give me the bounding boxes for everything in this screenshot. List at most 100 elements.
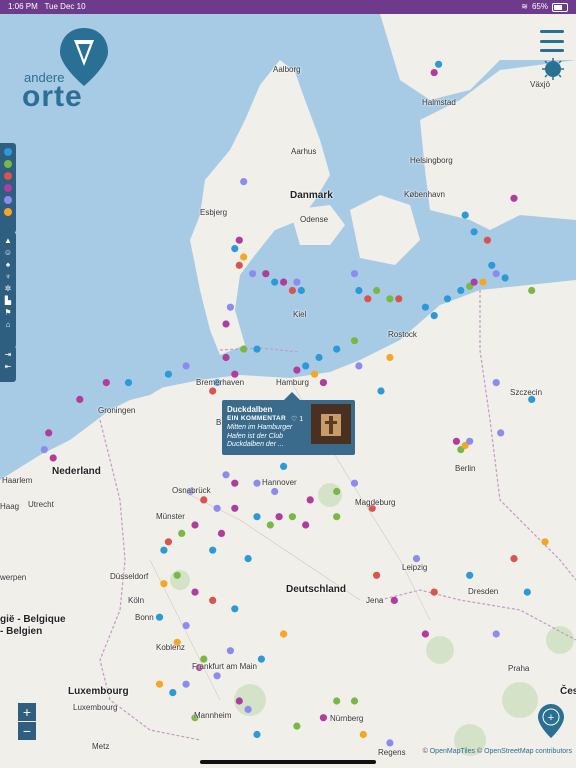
place-marker[interactable] — [253, 730, 261, 739]
place-marker[interactable] — [421, 303, 429, 311]
place-marker[interactable] — [217, 529, 226, 538]
export-icon[interactable]: ⇥ — [3, 350, 13, 360]
place-marker[interactable] — [76, 395, 84, 403]
place-marker[interactable] — [412, 555, 421, 563]
place-marker[interactable] — [302, 362, 310, 370]
place-marker[interactable] — [457, 286, 465, 295]
place-marker[interactable] — [421, 630, 429, 638]
place-marker[interactable] — [386, 353, 394, 362]
attribution-openmaptiles[interactable]: OpenMapTiles — [430, 748, 475, 755]
filter-blue-category[interactable] — [4, 148, 12, 156]
place-marker[interactable] — [315, 353, 323, 362]
place-marker[interactable] — [293, 722, 301, 730]
place-marker[interactable] — [333, 513, 341, 521]
place-marker[interactable] — [435, 60, 443, 68]
place-marker[interactable] — [452, 437, 460, 445]
place-marker[interactable] — [350, 270, 359, 278]
place-marker[interactable] — [275, 513, 283, 521]
place-marker[interactable] — [271, 487, 279, 496]
place-marker[interactable] — [235, 697, 243, 705]
place-marker[interactable] — [523, 588, 531, 596]
place-marker[interactable] — [226, 303, 234, 311]
place-marker[interactable] — [470, 278, 478, 286]
place-marker[interactable] — [235, 261, 243, 269]
menu-icon[interactable] — [540, 30, 564, 52]
place-marker[interactable] — [355, 286, 363, 295]
place-marker[interactable] — [200, 496, 208, 504]
place-marker[interactable] — [240, 253, 248, 261]
smiley-icon[interactable]: ☺ — [3, 248, 13, 258]
place-marker[interactable] — [280, 630, 288, 638]
place-marker[interactable] — [466, 571, 474, 579]
place-marker[interactable] — [240, 345, 248, 353]
place-marker[interactable] — [333, 697, 341, 705]
place-marker[interactable] — [350, 479, 359, 487]
place-marker[interactable] — [293, 278, 301, 286]
place-marker[interactable] — [373, 286, 381, 295]
place-popup[interactable]: Duckdalben EIN KOMMENTAR ♡ 1 Mitten im H… — [222, 392, 355, 455]
place-marker[interactable] — [222, 471, 230, 479]
import-icon[interactable]: ⇤ — [3, 362, 13, 372]
place-marker[interactable] — [240, 178, 248, 186]
place-marker[interactable] — [182, 680, 190, 688]
place-marker[interactable] — [390, 596, 398, 605]
place-marker[interactable] — [235, 236, 243, 244]
place-marker[interactable] — [266, 521, 274, 529]
place-marker[interactable] — [488, 261, 496, 269]
place-marker[interactable] — [306, 496, 314, 504]
place-marker[interactable] — [164, 370, 172, 378]
add-place-button[interactable]: + — [538, 704, 564, 738]
place-marker[interactable] — [319, 379, 327, 387]
place-marker[interactable] — [333, 487, 341, 496]
location-sun-icon[interactable] — [542, 58, 564, 80]
place-marker[interactable] — [280, 278, 288, 286]
place-marker[interactable] — [155, 680, 164, 688]
place-marker[interactable] — [231, 479, 239, 487]
place-marker[interactable] — [209, 546, 217, 554]
place-marker[interactable] — [350, 337, 359, 345]
place-marker[interactable] — [209, 387, 217, 395]
place-marker[interactable] — [528, 286, 536, 295]
place-marker[interactable] — [164, 538, 172, 546]
place-marker[interactable] — [182, 362, 190, 370]
filter-green-category[interactable] — [4, 160, 12, 168]
place-marker[interactable] — [395, 295, 403, 303]
place-marker[interactable] — [40, 446, 48, 454]
popup-thumbnail[interactable] — [311, 404, 351, 444]
place-marker[interactable] — [364, 295, 372, 303]
place-marker[interactable] — [191, 521, 199, 529]
place-marker[interactable] — [443, 295, 452, 303]
place-marker[interactable] — [226, 647, 234, 655]
place-marker[interactable] — [492, 630, 500, 638]
place-marker[interactable] — [359, 730, 367, 739]
place-marker[interactable] — [319, 714, 327, 722]
place-marker[interactable] — [155, 613, 164, 621]
attribution-osm[interactable]: OpenStreetMap contributors — [484, 748, 572, 755]
zoom-out-button[interactable]: − — [18, 722, 36, 740]
place-marker[interactable] — [253, 479, 261, 487]
place-marker[interactable] — [302, 521, 310, 529]
boot-icon[interactable]: ▙ — [3, 296, 13, 306]
place-marker[interactable] — [430, 312, 438, 320]
place-marker[interactable] — [222, 353, 230, 362]
place-marker[interactable] — [288, 286, 296, 295]
place-marker[interactable] — [373, 571, 381, 579]
place-marker[interactable] — [231, 504, 239, 512]
place-marker[interactable] — [271, 278, 279, 286]
place-marker[interactable] — [45, 429, 53, 437]
pin-icon[interactable]: ♆ — [3, 272, 13, 282]
place-marker[interactable] — [249, 270, 257, 278]
place-marker[interactable] — [262, 270, 270, 278]
place-marker[interactable] — [178, 529, 186, 538]
place-marker[interactable] — [280, 462, 288, 470]
place-marker[interactable] — [102, 379, 110, 387]
place-marker[interactable] — [160, 580, 168, 588]
place-marker[interactable] — [244, 555, 252, 563]
place-marker[interactable] — [293, 366, 301, 374]
place-marker[interactable] — [377, 387, 385, 395]
place-marker[interactable] — [231, 605, 239, 613]
place-marker[interactable] — [231, 370, 239, 378]
place-marker[interactable] — [430, 69, 438, 77]
filter-red-category[interactable] — [4, 172, 12, 180]
place-marker[interactable] — [479, 278, 487, 286]
